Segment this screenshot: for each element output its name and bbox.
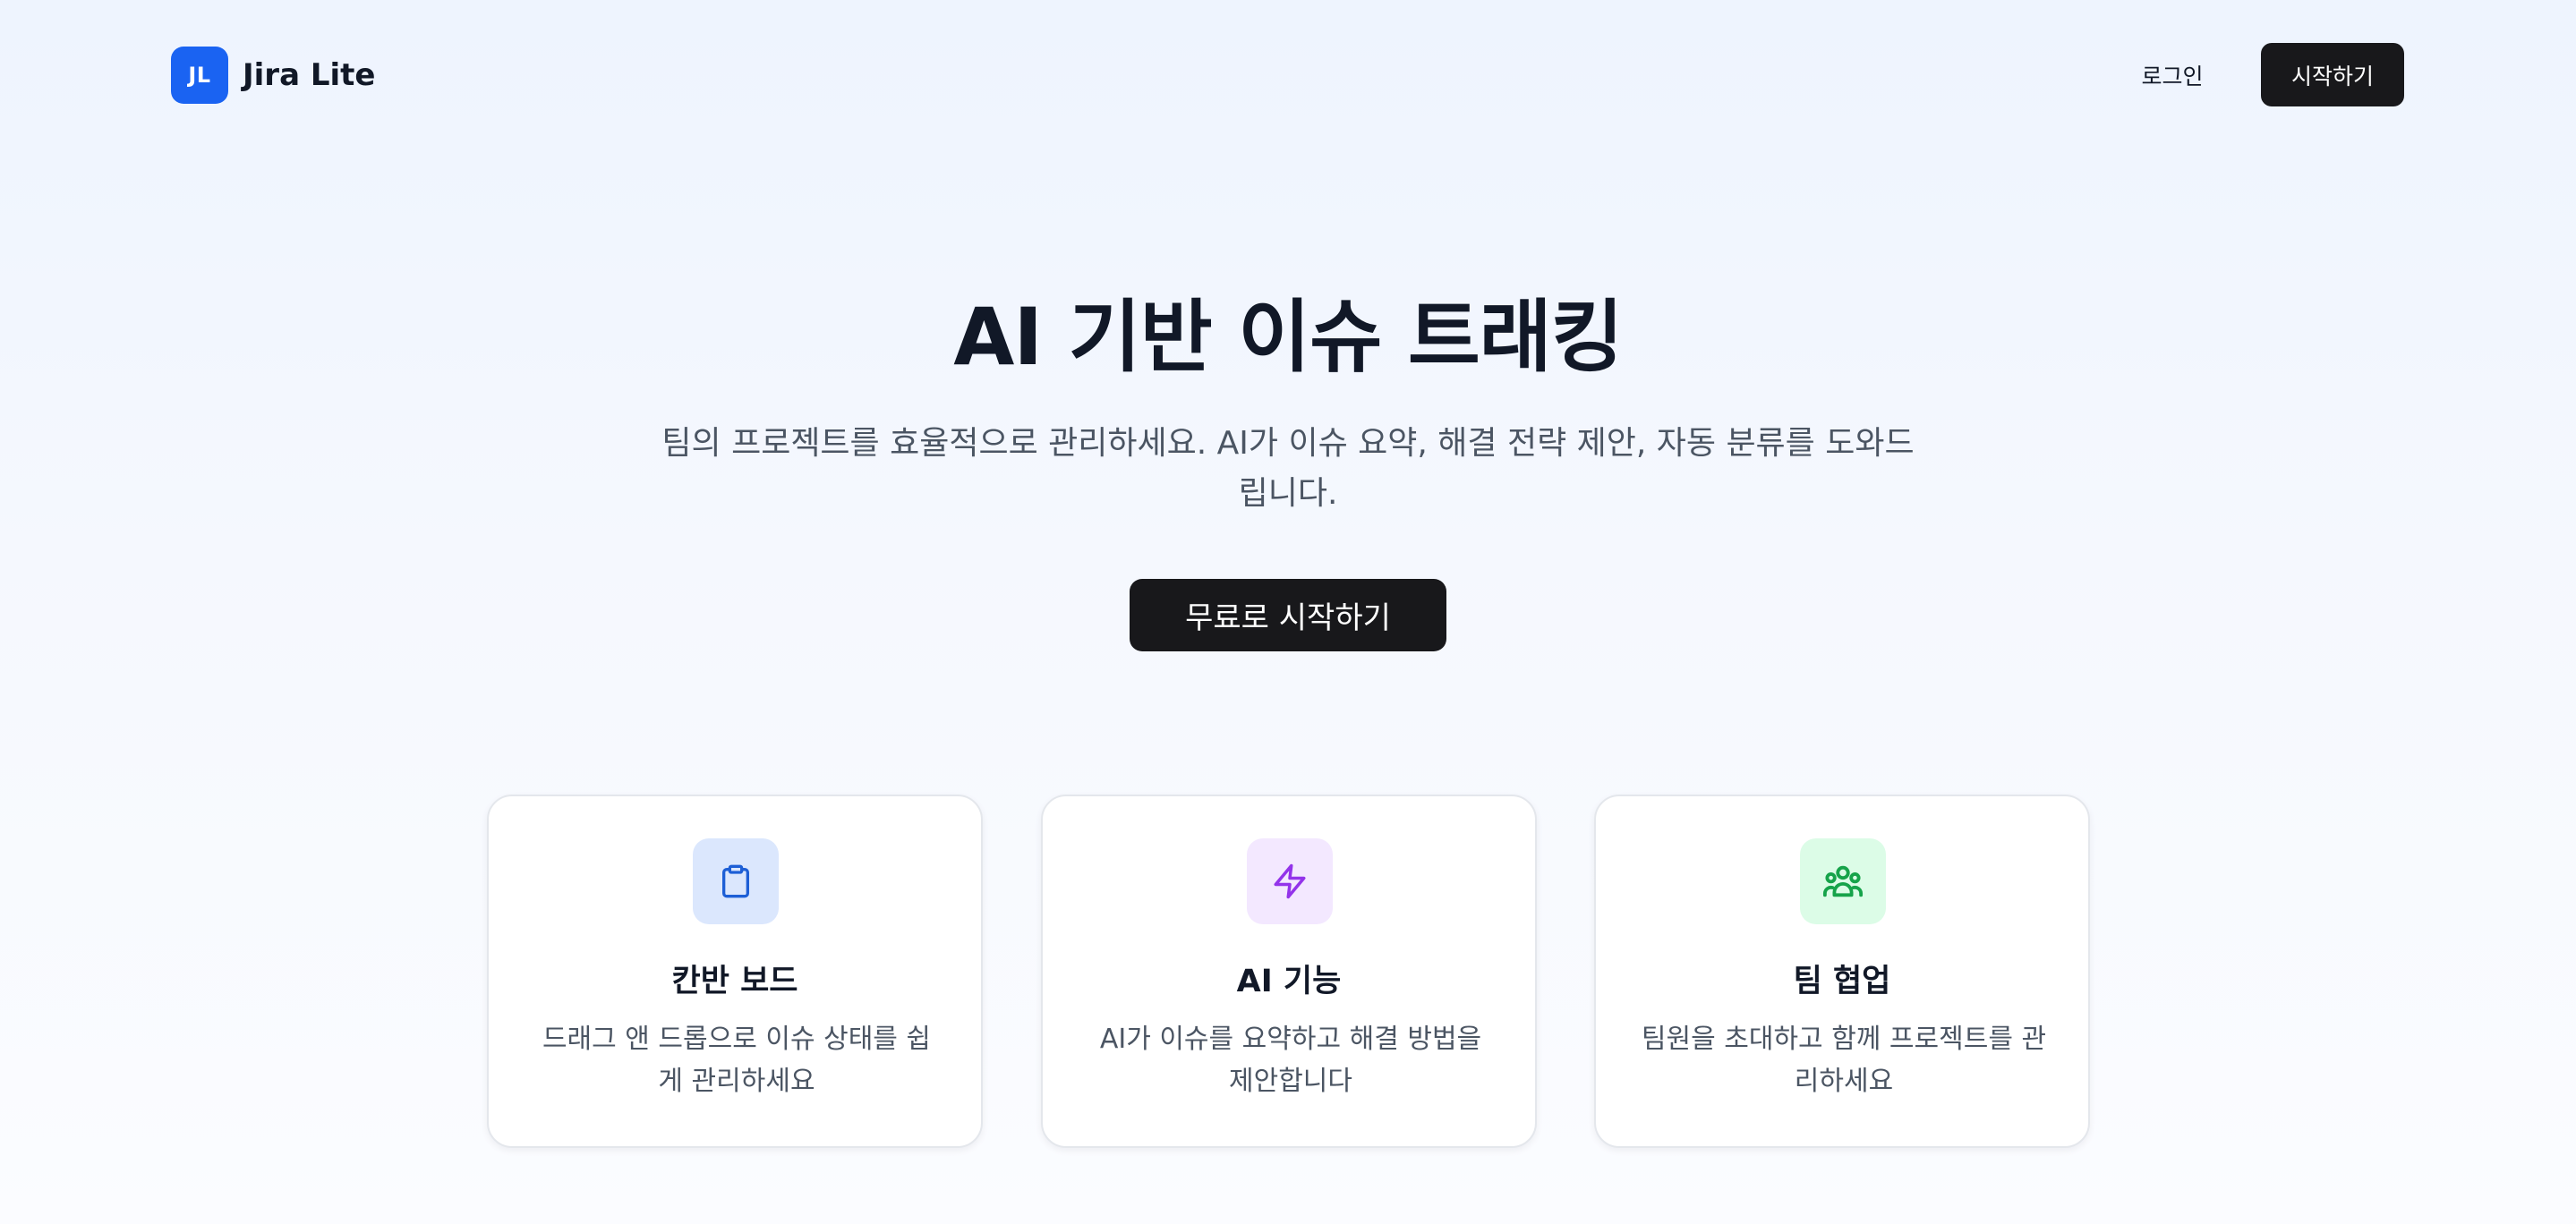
feature-card-team: 팀 협업 팀원을 초대하고 함께 프로젝트를 관리하세요 (1594, 795, 2090, 1148)
feature-description: 팀원을 초대하고 함께 프로젝트를 관리하세요 (1641, 1024, 2047, 1097)
start-free-button[interactable]: 무료로 시작하기 (1130, 579, 1446, 651)
top-navigation: JL Jira Lite 로그인 시작하기 (0, 0, 2576, 150)
feature-title: 팀 협업 (1793, 964, 1891, 999)
feature-description: 드래그 앤 드롭으로 이슈 상태를 쉽게 관리하세요 (542, 1024, 932, 1097)
feature-card-kanban: 칸반 보드 드래그 앤 드롭으로 이슈 상태를 쉽게 관리하세요 (487, 795, 983, 1148)
logo-mark: JL (171, 47, 228, 104)
brand-logo[interactable]: JL Jira Lite (171, 47, 375, 104)
hero-subtitle: 팀의 프로젝트를 효율적으로 관리하세요. AI가 이슈 요약, 해결 전략 제… (661, 425, 1915, 512)
hero-title: AI 기반 이슈 트래킹 (953, 291, 1623, 383)
lightning-bolt-icon (1247, 838, 1333, 924)
feature-title: AI 기능 (1236, 964, 1342, 999)
get-started-button[interactable]: 시작하기 (2261, 43, 2404, 106)
feature-card-ai: AI 기능 AI가 이슈를 요약하고 해결 방법을 제안합니다 (1041, 795, 1537, 1148)
feature-title: 칸반 보드 (671, 964, 798, 999)
team-users-icon (1800, 838, 1886, 924)
clipboard-icon (693, 838, 779, 924)
feature-description: AI가 이슈를 요약하고 해결 방법을 제안합니다 (1099, 1024, 1482, 1097)
brand-name: Jira Lite (243, 57, 376, 93)
login-button[interactable]: 로그인 (2114, 43, 2231, 107)
